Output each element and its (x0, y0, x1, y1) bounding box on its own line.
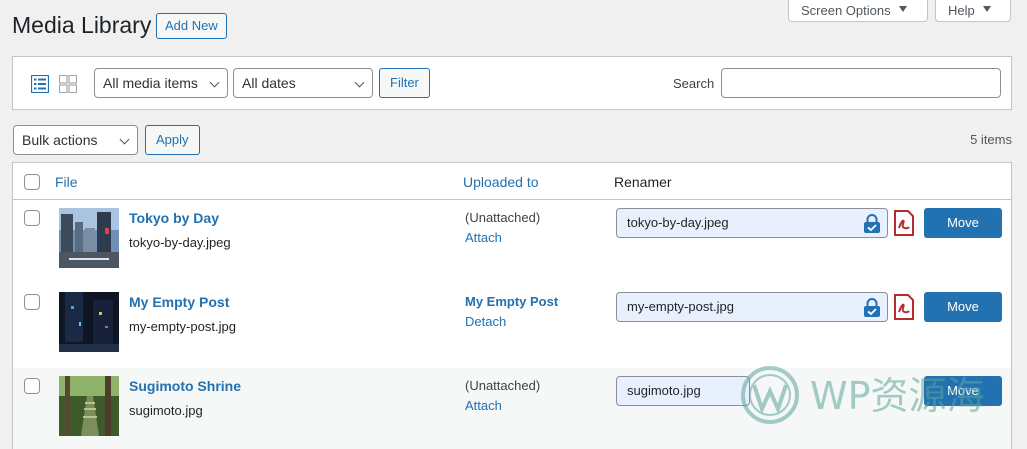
uploaded-to-status: (Unattached) (465, 378, 541, 393)
media-type-select[interactable]: All media items (94, 68, 228, 98)
watermark-text: WP资源海 (810, 374, 985, 418)
screen-options-label: Screen Options (801, 3, 891, 18)
file-title-link[interactable]: Sugimoto Shrine (129, 378, 241, 394)
search-input[interactable] (721, 68, 1001, 98)
caret-down-icon (982, 6, 991, 12)
select-all-checkbox[interactable] (24, 174, 40, 190)
page-title: Media Library (12, 12, 152, 38)
search-label: Search (673, 76, 715, 91)
filter-button[interactable]: Filter (379, 68, 430, 98)
file-name: my-empty-post.jpg (129, 319, 236, 334)
file-title-link[interactable]: My Empty Post (129, 294, 229, 310)
caret-down-icon (898, 6, 907, 12)
help-label: Help (948, 3, 975, 18)
chevron-down-icon (209, 77, 220, 88)
file-name: tokyo-by-day.jpeg (129, 235, 231, 250)
thumbnail-tokyo-by-day[interactable] (59, 208, 119, 268)
date-select[interactable]: All dates (233, 68, 373, 98)
row-checkbox[interactable] (24, 210, 40, 226)
rename-input[interactable]: my-empty-post.jpg (616, 292, 888, 322)
chevron-down-icon (354, 77, 365, 88)
grid-view-icon[interactable] (59, 75, 77, 93)
watermark-logo: WP资源海 (741, 366, 985, 424)
lock-icon[interactable] (863, 214, 881, 234)
rename-input[interactable]: tokyo-by-day.jpeg (616, 208, 888, 238)
move-button[interactable]: Move (924, 292, 1002, 322)
pdf-icon[interactable] (893, 294, 915, 320)
list-view-icon[interactable] (31, 75, 49, 93)
lock-icon[interactable] (863, 298, 881, 318)
pdf-icon[interactable] (893, 210, 915, 236)
table-row: Tokyo by Day tokyo-by-day.jpeg (Unattach… (13, 200, 1011, 284)
attach-link[interactable]: Attach (465, 398, 502, 413)
thumbnail-my-empty-post[interactable] (59, 292, 119, 352)
attach-link[interactable]: Attach (465, 230, 502, 245)
move-button[interactable]: Move (924, 208, 1002, 238)
add-new-button[interactable]: Add New (156, 13, 227, 39)
uploaded-to-status: (Unattached) (465, 210, 541, 225)
detach-link[interactable]: Detach (465, 314, 506, 329)
row-checkbox[interactable] (24, 294, 40, 310)
screen-options-button[interactable]: Screen Options (788, 0, 928, 22)
file-name: sugimoto.jpg (129, 403, 203, 418)
help-button[interactable]: Help (935, 0, 1011, 22)
file-title-link[interactable]: Tokyo by Day (129, 210, 219, 226)
column-uploaded-to[interactable]: Uploaded to (463, 174, 539, 190)
column-renamer: Renamer (614, 174, 672, 190)
apply-button[interactable]: Apply (145, 125, 200, 155)
table-header: File Uploaded to Renamer (13, 163, 1011, 200)
column-file[interactable]: File (55, 174, 78, 190)
chevron-down-icon (119, 134, 130, 145)
date-selected-value: All dates (242, 75, 296, 91)
rename-input[interactable]: sugimoto.jpg (616, 376, 750, 406)
uploaded-to-post-link[interactable]: My Empty Post (465, 294, 558, 309)
table-row: My Empty Post my-empty-post.jpg My Empty… (13, 284, 1011, 368)
media-type-selected-value: All media items (103, 75, 198, 91)
bulk-actions-select[interactable]: Bulk actions (13, 125, 138, 155)
items-count: 5 items (970, 132, 1012, 147)
media-filter-bar: All media items All dates Filter Search (12, 56, 1012, 110)
thumbnail-sugimoto-shrine[interactable] (59, 376, 119, 436)
bulk-actions-selected-value: Bulk actions (22, 132, 98, 148)
row-checkbox[interactable] (24, 378, 40, 394)
